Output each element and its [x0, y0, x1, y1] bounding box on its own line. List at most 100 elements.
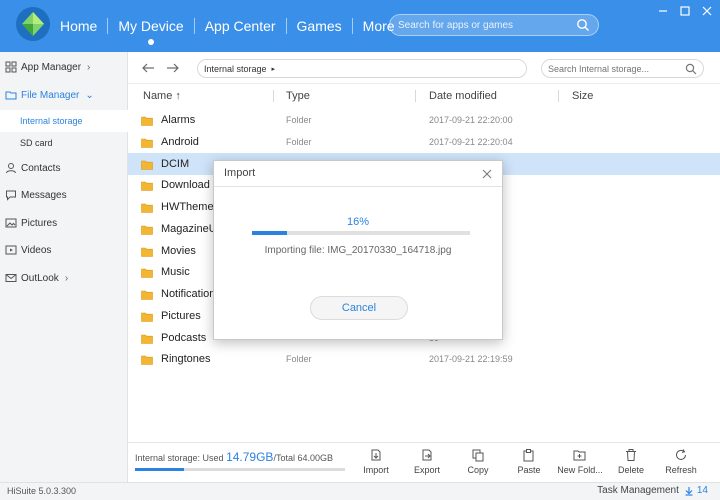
new-folder-icon	[573, 447, 587, 463]
copy-button[interactable]: Copy	[453, 447, 503, 479]
import-button[interactable]: Import	[351, 447, 401, 479]
table-row[interactable]: Alarms Folder 2017-09-21 22:20:00	[128, 109, 720, 131]
column-header-size[interactable]: Size	[572, 84, 593, 108]
app-search-box	[389, 14, 599, 36]
sidebar-item-internal-storage[interactable]: Internal storage	[0, 110, 128, 132]
file-name: Download	[161, 179, 210, 192]
back-arrow-icon[interactable]	[139, 59, 157, 77]
storage-usage-fill	[135, 468, 184, 471]
folder-outline-icon	[5, 89, 17, 101]
file-date: 2017-09-21 22:20:04	[429, 136, 513, 147]
hisuite-logo[interactable]	[16, 7, 50, 41]
path-bar: Internal storage ▸	[128, 52, 720, 84]
file-name: HWThemes	[161, 201, 220, 213]
file-name: Music	[161, 266, 190, 279]
cancel-button[interactable]: Cancel	[310, 296, 408, 320]
folder-icon	[141, 180, 153, 194]
column-divider[interactable]	[415, 90, 416, 102]
sidebar-item-videos[interactable]: Videos	[0, 237, 128, 263]
storage-search-input[interactable]	[548, 62, 683, 76]
nav-app-center[interactable]: App Center	[195, 0, 286, 52]
folder-icon	[141, 202, 153, 216]
search-icon[interactable]	[576, 18, 590, 35]
folder-icon	[141, 289, 153, 303]
folder-icon	[141, 311, 153, 325]
column-divider[interactable]	[558, 90, 559, 102]
nav-games[interactable]: Games	[287, 0, 352, 52]
refresh-button[interactable]: Refresh	[656, 447, 706, 479]
table-row[interactable]: Ringtones Folder 2017-09-21 22:19:59	[128, 348, 720, 370]
file-name: MagazineU	[161, 222, 217, 235]
mail-icon	[5, 272, 17, 284]
importing-file-text: Importing file: IMG_20170330_164718.jpg	[264, 245, 452, 256]
sidebar-item-outlook[interactable]: OutLook ›	[0, 265, 128, 291]
copy-icon	[471, 447, 485, 463]
file-type: Folder	[286, 354, 312, 365]
search-icon[interactable]	[685, 63, 697, 78]
close-icon[interactable]	[698, 3, 716, 19]
dialog-close-icon[interactable]	[480, 167, 494, 181]
top-bar: Home My Device App Center Games More	[0, 0, 720, 52]
table-row[interactable]: Android Folder 2017-09-21 22:20:04	[128, 131, 720, 153]
column-divider[interactable]	[273, 90, 274, 102]
file-name: Ringtones	[161, 353, 211, 366]
sidebar-item-file-manager[interactable]: File Manager ⌄	[0, 82, 128, 108]
file-type: Folder	[286, 115, 312, 125]
folder-icon	[141, 115, 153, 129]
sidebar-item-messages[interactable]: Messages	[0, 182, 128, 208]
file-date: 2017-09-21 22:20:00	[429, 115, 513, 125]
sidebar-item-app-manager[interactable]: App Manager ›	[0, 54, 128, 80]
nav-my-device[interactable]: My Device	[108, 0, 193, 52]
folder-icon	[141, 267, 153, 281]
column-header-name[interactable]: Name ↑	[143, 84, 181, 108]
new-folder-button[interactable]: New Fold...	[555, 447, 605, 479]
dialog-title-bar: Import	[214, 161, 502, 187]
column-header-date[interactable]: Date modified	[429, 84, 497, 108]
sidebar-item-sd-card[interactable]: SD card	[0, 132, 128, 154]
refresh-icon	[674, 447, 688, 463]
export-icon	[420, 447, 434, 463]
forward-arrow-icon[interactable]	[164, 59, 182, 77]
delete-button[interactable]: Delete	[606, 447, 656, 479]
column-header-type[interactable]: Type	[286, 84, 310, 108]
chevron-right-icon: ›	[87, 61, 91, 73]
paste-button[interactable]: Paste	[504, 447, 554, 479]
export-button[interactable]: Export	[402, 447, 452, 479]
sidebar-item-pictures[interactable]: Pictures	[0, 210, 128, 236]
import-progress-bar	[252, 231, 470, 235]
storage-usage-bar	[135, 468, 345, 471]
task-count-badge: 14	[696, 485, 708, 496]
minimize-icon[interactable]	[654, 3, 672, 19]
chevron-right-icon: ›	[64, 272, 69, 284]
nav-home[interactable]: Home	[50, 0, 107, 52]
folder-icon	[141, 159, 153, 173]
file-name: Notification	[161, 288, 216, 300]
file-type: Folder	[286, 136, 312, 147]
sidebar-item-contacts[interactable]: Contacts	[0, 155, 128, 181]
task-management-link[interactable]: Task Management 14	[597, 485, 708, 496]
import-dialog: Import 16% Importing file: IMG_20170330_…	[213, 160, 503, 340]
folder-icon	[141, 246, 153, 260]
app-search-input[interactable]	[398, 17, 578, 33]
file-date: 2017-09-21 22:19:59	[429, 354, 513, 365]
folder-icon	[141, 224, 153, 238]
version-label: HiSuite 5.0.3.300	[7, 486, 77, 496]
maximize-icon[interactable]	[676, 3, 694, 19]
breadcrumb[interactable]: Internal storage ▸	[197, 59, 527, 78]
picture-icon	[5, 217, 17, 229]
import-icon	[369, 447, 383, 463]
file-name: Pictures	[161, 309, 201, 322]
chevron-down-icon: ⌄	[85, 89, 94, 101]
grid-icon	[5, 61, 17, 73]
trash-icon	[624, 447, 638, 463]
message-icon	[5, 189, 17, 201]
file-name: Alarms	[161, 114, 196, 126]
file-name: Movies	[161, 244, 196, 257]
status-bar: HiSuite 5.0.3.300 Task Management 14	[0, 482, 720, 500]
storage-search-box	[541, 59, 704, 78]
progress-percent: 16%	[346, 216, 370, 228]
folder-icon	[141, 137, 153, 151]
bottom-toolbar: Internal storage: Used 14.79GB/Total 64.…	[128, 442, 720, 482]
active-indicator	[148, 39, 155, 45]
storage-usage-text: Internal storage: Used 14.79GB/Total 64.…	[135, 450, 333, 464]
